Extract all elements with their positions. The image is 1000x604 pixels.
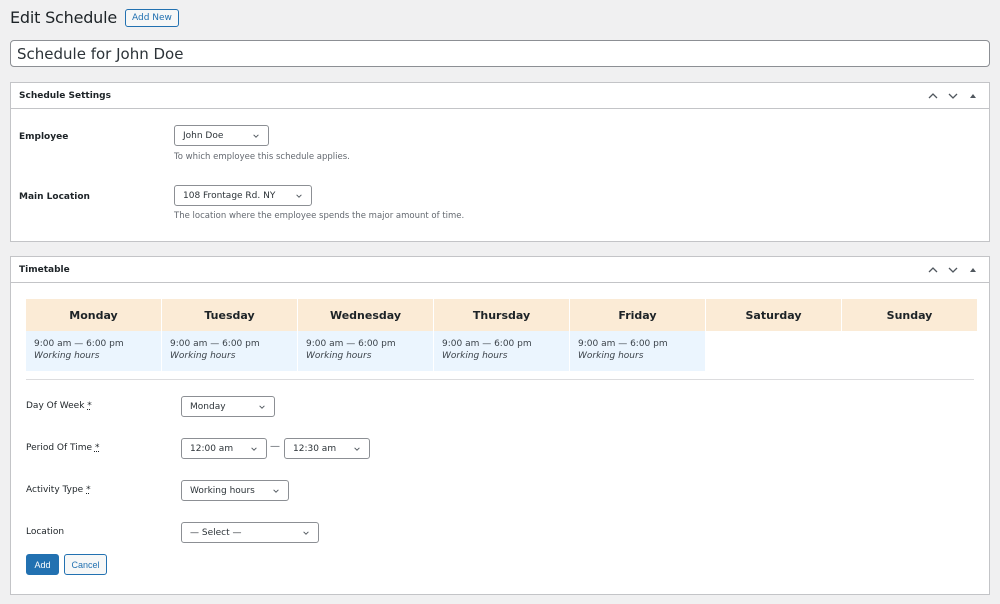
- main-location-description: The location where the employee spends t…: [174, 211, 465, 221]
- main-location-label: Main Location: [19, 192, 90, 202]
- divider: [26, 379, 974, 380]
- timetable-entry-wednesday[interactable]: 9:00 am — 6:00 pm Working hours: [298, 331, 433, 371]
- timetable-header: Timetable: [11, 257, 989, 283]
- activity-type-value: Working hours: [190, 485, 255, 496]
- day-of-week-select[interactable]: Monday: [181, 396, 275, 417]
- day-header-tuesday: Tuesday: [162, 299, 297, 331]
- timetable-grid: Monday Tuesday Wednesday Thursday Friday…: [26, 299, 977, 371]
- entry-activity: Working hours: [578, 351, 644, 361]
- page-title: Edit Schedule: [10, 8, 117, 27]
- entry-time: 9:00 am — 6:00 pm: [578, 339, 668, 349]
- entry-activity: Working hours: [170, 351, 236, 361]
- schedule-settings-header: Schedule Settings: [11, 83, 989, 109]
- chevron-down-icon: [296, 193, 302, 198]
- day-header-wednesday: Wednesday: [298, 299, 433, 331]
- day-of-week-label: Day Of Week *: [26, 401, 92, 411]
- timetable-empty-sunday: [842, 331, 977, 371]
- chevron-down-icon: [273, 488, 279, 493]
- timetable-empty-saturday: [706, 331, 841, 371]
- period-to-value: 12:30 am: [293, 443, 337, 454]
- entry-activity: Working hours: [442, 351, 508, 361]
- collapse-toggle-icon[interactable]: [965, 88, 981, 104]
- handle-actions: [925, 262, 981, 278]
- activity-type-label-text: Activity Type: [26, 485, 84, 495]
- timetable-title: Timetable: [19, 264, 70, 275]
- employee-label: Employee: [19, 132, 69, 142]
- location-value: — Select —: [190, 527, 242, 538]
- day-header-thursday: Thursday: [434, 299, 569, 331]
- timetable-entry-thursday[interactable]: 9:00 am — 6:00 pm Working hours: [434, 331, 569, 371]
- employee-select[interactable]: John Doe: [174, 125, 269, 146]
- period-to-select[interactable]: 12:30 am: [284, 438, 370, 459]
- day-of-week-label-text: Day Of Week: [26, 401, 85, 411]
- move-down-icon[interactable]: [945, 262, 961, 278]
- entry-activity: Working hours: [34, 351, 100, 361]
- period-from-value: 12:00 am: [190, 443, 234, 454]
- activity-type-select[interactable]: Working hours: [181, 480, 289, 501]
- timetable-entry-friday[interactable]: 9:00 am — 6:00 pm Working hours: [570, 331, 705, 371]
- entry-time: 9:00 am — 6:00 pm: [34, 339, 124, 349]
- activity-type-label: Activity Type *: [26, 485, 91, 495]
- day-header-monday: Monday: [26, 299, 161, 331]
- schedule-settings-panel: Schedule Settings Employee John Doe To w…: [10, 82, 990, 242]
- day-header-friday: Friday: [570, 299, 705, 331]
- entry-time: 9:00 am — 6:00 pm: [306, 339, 396, 349]
- chevron-down-icon: [253, 133, 259, 138]
- add-button[interactable]: Add: [26, 554, 59, 575]
- required-mark: *: [94, 443, 100, 453]
- cancel-button[interactable]: Cancel: [64, 554, 107, 575]
- day-of-week-value: Monday: [190, 401, 226, 412]
- schedule-settings-title: Schedule Settings: [19, 90, 111, 101]
- collapse-toggle-icon[interactable]: [965, 262, 981, 278]
- handle-actions: [925, 88, 981, 104]
- timetable-panel: Timetable Monday Tuesday Wednesday Thurs…: [10, 256, 990, 595]
- timetable-entry-tuesday[interactable]: 9:00 am — 6:00 pm Working hours: [162, 331, 297, 371]
- location-select[interactable]: — Select —: [181, 522, 319, 543]
- chevron-down-icon: [354, 446, 360, 451]
- chevron-down-icon: [259, 404, 265, 409]
- page-header: Edit Schedule Add New: [10, 8, 179, 27]
- day-header-saturday: Saturday: [706, 299, 841, 331]
- main-location-select[interactable]: 108 Frontage Rd. NY: [174, 185, 312, 206]
- required-mark: *: [86, 485, 91, 495]
- main-location-select-value: 108 Frontage Rd. NY: [183, 190, 276, 201]
- move-up-icon[interactable]: [925, 262, 941, 278]
- move-up-icon[interactable]: [925, 88, 941, 104]
- period-separator: —: [270, 441, 280, 452]
- period-of-time-label: Period Of Time *: [26, 443, 99, 453]
- location-label: Location: [26, 527, 65, 537]
- period-from-select[interactable]: 12:00 am: [181, 438, 267, 459]
- employee-select-value: John Doe: [183, 130, 224, 141]
- move-down-icon[interactable]: [945, 88, 961, 104]
- day-header-sunday: Sunday: [842, 299, 977, 331]
- required-mark: *: [87, 401, 92, 411]
- entry-time: 9:00 am — 6:00 pm: [442, 339, 532, 349]
- employee-description: To which employee this schedule applies.: [174, 152, 350, 162]
- period-of-time-label-text: Period Of Time: [26, 443, 93, 453]
- chevron-down-icon: [303, 530, 309, 535]
- schedule-title-input[interactable]: [10, 40, 990, 67]
- chevron-down-icon: [251, 446, 257, 451]
- entry-time: 9:00 am — 6:00 pm: [170, 339, 260, 349]
- timetable-entry-monday[interactable]: 9:00 am — 6:00 pm Working hours: [26, 331, 161, 371]
- entry-activity: Working hours: [306, 351, 372, 361]
- add-new-button[interactable]: Add New: [125, 8, 179, 27]
